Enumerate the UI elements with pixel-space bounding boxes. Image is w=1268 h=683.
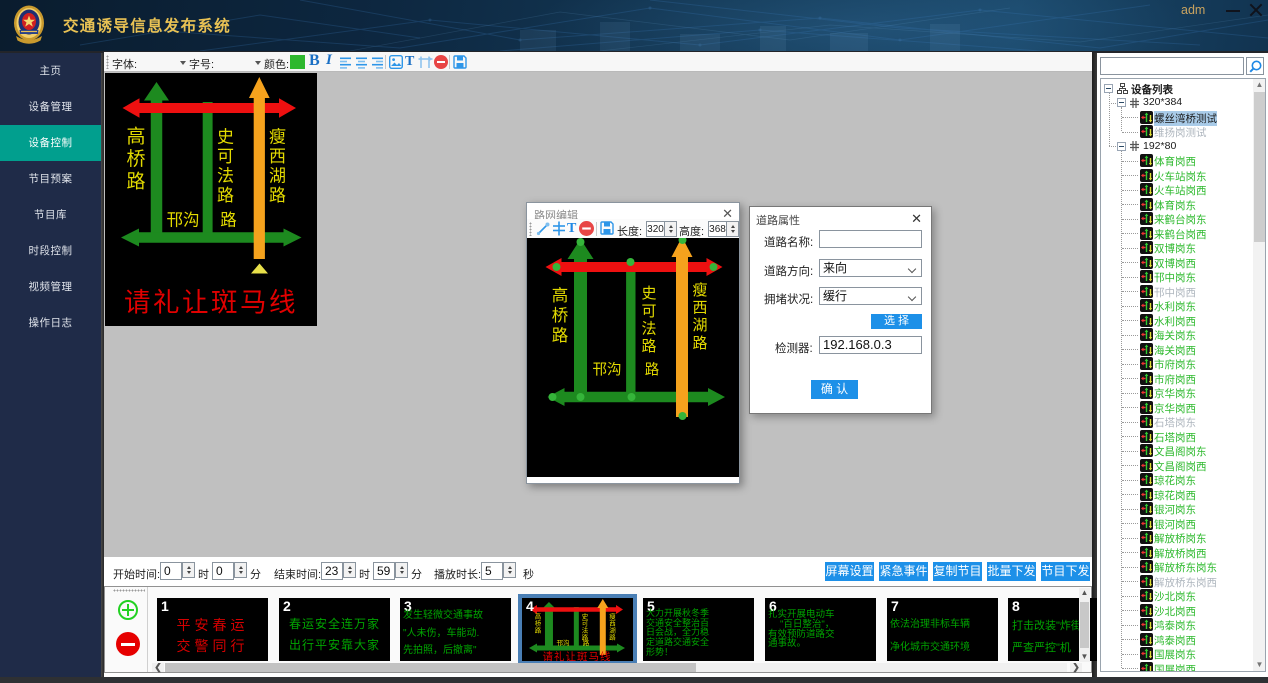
svg-text:路: 路 bbox=[269, 186, 286, 205]
svg-text:可: 可 bbox=[217, 147, 234, 166]
svg-text:路: 路 bbox=[609, 633, 616, 642]
svg-text:请礼让斑马线: 请礼让斑马线 bbox=[124, 287, 298, 317]
svg-text:可: 可 bbox=[582, 620, 589, 628]
svg-text:路: 路 bbox=[641, 338, 656, 355]
svg-text:湖: 湖 bbox=[609, 626, 616, 635]
svg-text:路: 路 bbox=[552, 326, 569, 345]
svg-text:瘦: 瘦 bbox=[692, 282, 707, 299]
svg-text:史: 史 bbox=[217, 127, 234, 146]
svg-text:法: 法 bbox=[641, 321, 656, 338]
svg-text:路: 路 bbox=[692, 335, 707, 352]
svg-text:湖: 湖 bbox=[692, 317, 707, 334]
svg-text:法: 法 bbox=[217, 166, 234, 185]
svg-text:路: 路 bbox=[535, 626, 542, 635]
svg-text:路: 路 bbox=[220, 210, 237, 229]
svg-text:湖: 湖 bbox=[269, 166, 286, 185]
svg-text:邗沟: 邗沟 bbox=[166, 210, 199, 229]
svg-text:桥: 桥 bbox=[126, 148, 145, 170]
svg-text:高: 高 bbox=[552, 286, 569, 305]
svg-text:西: 西 bbox=[269, 147, 286, 166]
svg-text:桥: 桥 bbox=[535, 619, 542, 628]
svg-text:瘦: 瘦 bbox=[269, 127, 286, 146]
svg-text:瘦: 瘦 bbox=[609, 612, 616, 621]
svg-text:法: 法 bbox=[582, 626, 589, 635]
svg-text:路: 路 bbox=[217, 186, 234, 205]
svg-text:邗沟: 邗沟 bbox=[593, 362, 622, 379]
svg-text:西: 西 bbox=[609, 620, 616, 628]
svg-text:高: 高 bbox=[126, 125, 145, 147]
svg-text:史: 史 bbox=[641, 285, 656, 302]
svg-text:史: 史 bbox=[582, 612, 589, 621]
svg-text:路: 路 bbox=[645, 362, 660, 379]
svg-text:高: 高 bbox=[535, 612, 542, 621]
svg-text:可: 可 bbox=[641, 303, 656, 320]
svg-text:西: 西 bbox=[692, 300, 707, 317]
svg-text:路: 路 bbox=[126, 170, 145, 192]
svg-text:请礼让斑马线: 请礼让斑马线 bbox=[543, 650, 612, 661]
svg-text:路: 路 bbox=[583, 638, 590, 647]
svg-text:邗沟: 邗沟 bbox=[557, 638, 570, 647]
svg-text:桥: 桥 bbox=[552, 306, 569, 325]
